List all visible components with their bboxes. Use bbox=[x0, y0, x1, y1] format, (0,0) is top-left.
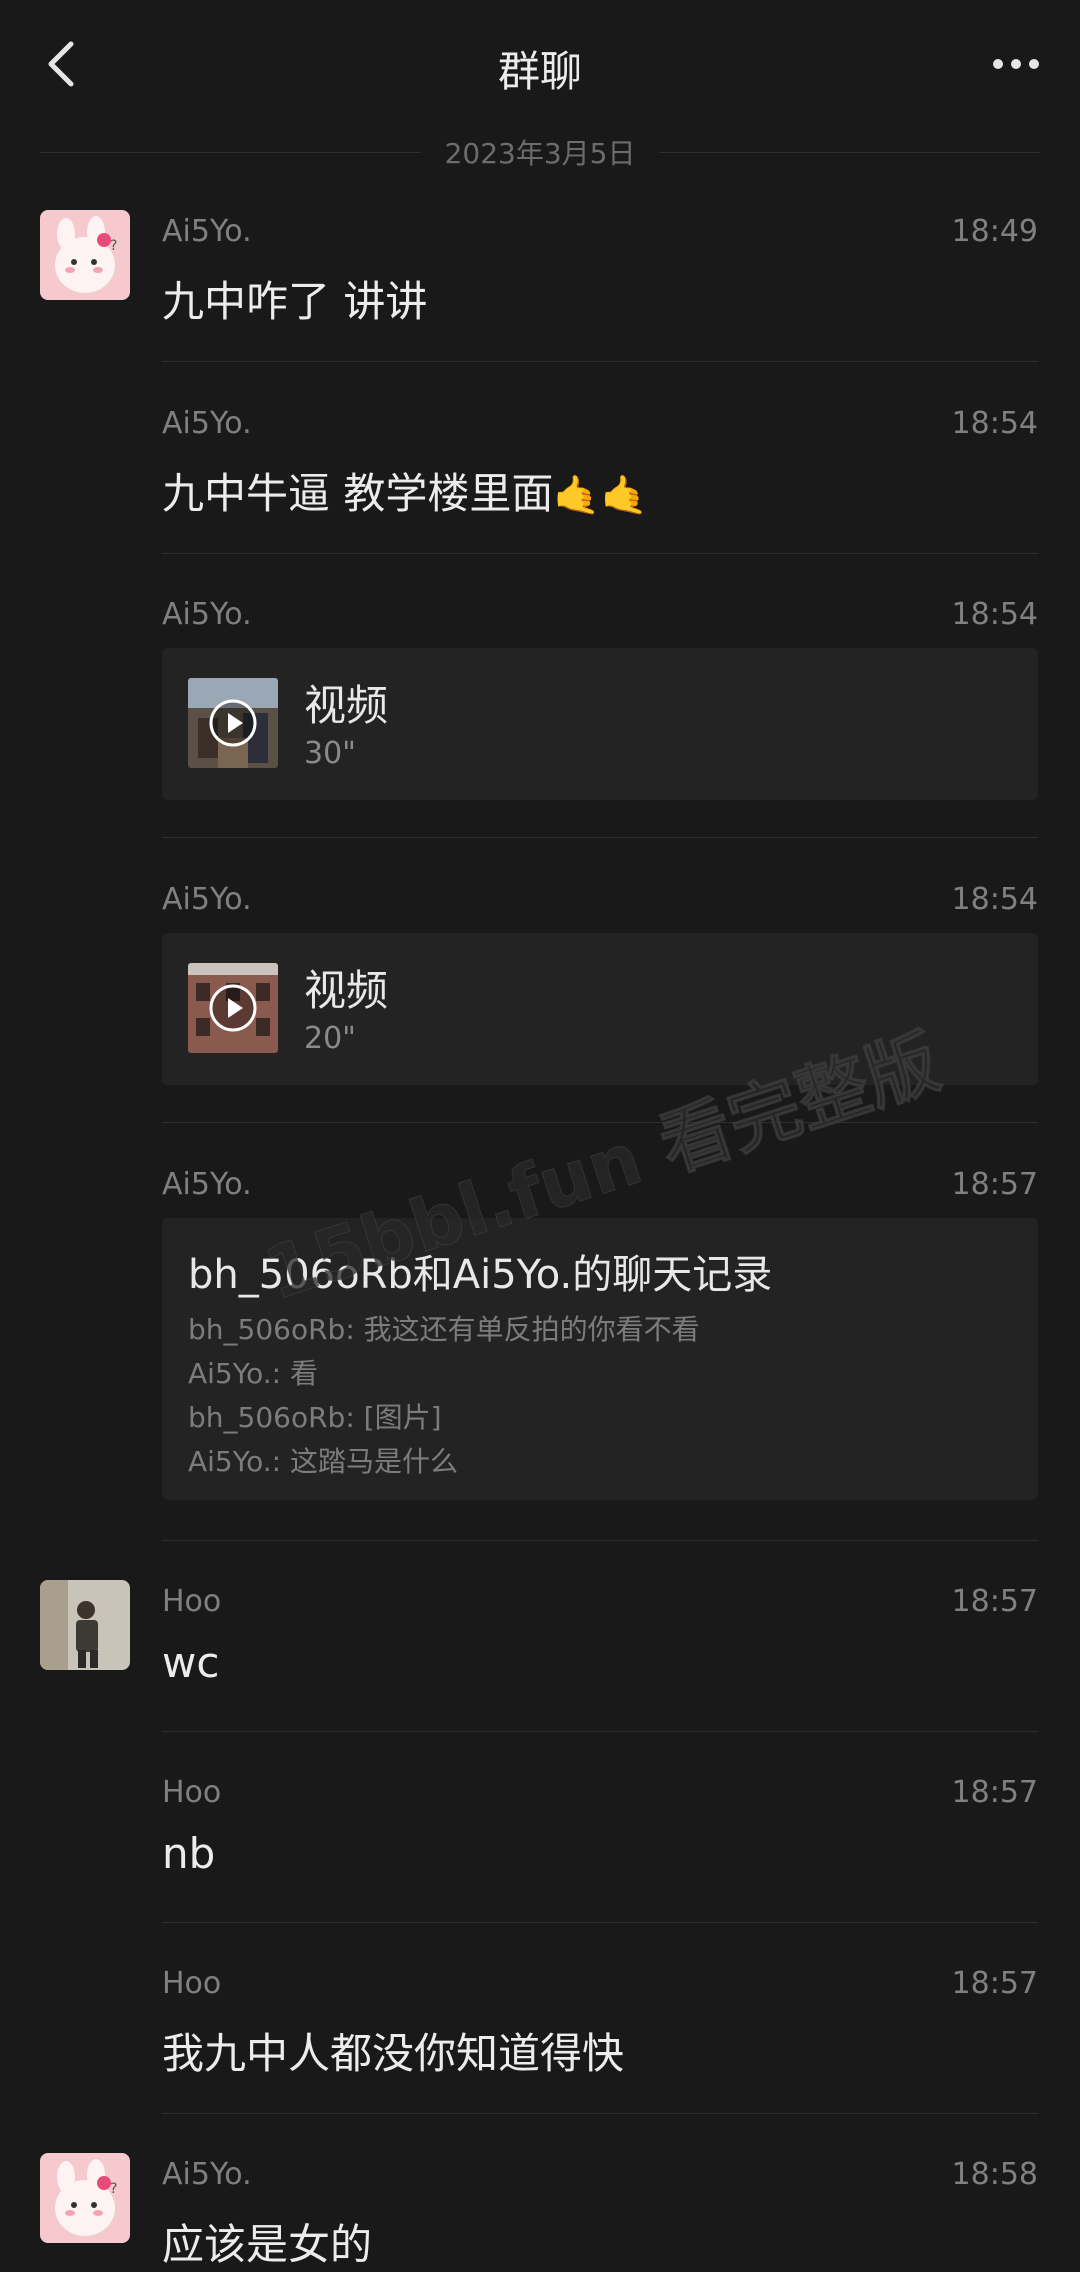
date-divider: 2023年3月5日 bbox=[40, 130, 1041, 174]
divider bbox=[162, 2113, 1038, 2114]
top-bar: 群聊 bbox=[0, 0, 1080, 130]
sender-name: Hoo bbox=[162, 1584, 222, 1619]
divider bbox=[162, 1731, 1038, 1732]
message-text[interactable]: 我九中人都没你知道得快 bbox=[162, 2020, 624, 2081]
divider bbox=[162, 1540, 1038, 1541]
chat-record-card[interactable]: bh_506oRb和Ai5Yo.的聊天记录 bh_506oRb: 我这还有单反拍… bbox=[162, 1218, 1038, 1500]
sender-name: Ai5Yo. bbox=[162, 2157, 252, 2192]
message-time: 18:54 bbox=[951, 882, 1038, 917]
message-time: 18:54 bbox=[951, 597, 1038, 632]
video-thumbnail bbox=[188, 678, 278, 768]
divider bbox=[162, 553, 1038, 554]
message-time: 18:57 bbox=[951, 1167, 1038, 1202]
message-item[interactable]: Ai5Yo. 18:54 视频 30" bbox=[0, 593, 1080, 838]
video-card[interactable]: 视频 30" bbox=[162, 648, 1038, 800]
sender-name: Hoo bbox=[162, 1775, 222, 1810]
message-item[interactable]: ? Ai5Yo. 18:58 应该是女的 bbox=[0, 2153, 1080, 2270]
video-label: 视频 bbox=[304, 966, 389, 1015]
chat-record-title: bh_506oRb和Ai5Yo.的聊天记录 bbox=[188, 1252, 773, 1298]
message-time: 18:57 bbox=[951, 1775, 1038, 1810]
sender-name: Ai5Yo. bbox=[162, 1167, 252, 1202]
more-dots-icon bbox=[993, 59, 1003, 69]
sender-name: Ai5Yo. bbox=[162, 597, 252, 632]
video-label: 视频 bbox=[304, 681, 389, 730]
message-text[interactable]: 九中牛逼 教学楼里面🤙🤙 bbox=[162, 460, 648, 521]
sender-name: Ai5Yo. bbox=[162, 214, 252, 249]
emoji: 🤙🤙 bbox=[553, 473, 648, 517]
message-time: 18:57 bbox=[951, 1966, 1038, 2001]
video-card[interactable]: 视频 20" bbox=[162, 933, 1038, 1085]
video-duration: 30" bbox=[304, 736, 356, 771]
message-time: 18:54 bbox=[951, 406, 1038, 441]
message-text[interactable]: 九中咋了 讲讲 bbox=[162, 268, 427, 329]
svg-text:?: ? bbox=[110, 238, 117, 254]
avatar[interactable] bbox=[40, 1580, 130, 1670]
chat-record-line: Ai5Yo.: 看 bbox=[188, 1357, 319, 1390]
divider bbox=[162, 1922, 1038, 1923]
message-text[interactable]: nb bbox=[162, 1829, 215, 1878]
message-item[interactable]: Ai5Yo. 18:57 bh_506oRb和Ai5Yo.的聊天记录 bh_50… bbox=[0, 1163, 1080, 1543]
sender-name: Ai5Yo. bbox=[162, 882, 252, 917]
bunny-avatar-icon: ? bbox=[40, 210, 130, 300]
sender-name: Hoo bbox=[162, 1966, 222, 2001]
divider bbox=[162, 361, 1038, 362]
message-item[interactable]: Hoo 18:57 wc bbox=[0, 1580, 1080, 1732]
date-label: 2023年3月5日 bbox=[444, 137, 636, 170]
message-item[interactable]: ? Ai5Yo. 18:49 九中咋了 讲讲 bbox=[0, 210, 1080, 362]
play-icon bbox=[209, 699, 257, 747]
message-time: 18:58 bbox=[951, 2157, 1038, 2192]
bunny-avatar-icon: ? bbox=[40, 2153, 130, 2243]
message-item[interactable]: Ai5Yo. 18:54 九中牛逼 教学楼里面🤙🤙 bbox=[0, 402, 1080, 554]
avatar[interactable]: ? bbox=[40, 2153, 130, 2243]
page-title: 群聊 bbox=[497, 47, 582, 96]
chat-record-line: bh_506oRb: 我这还有单反拍的你看不看 bbox=[188, 1313, 700, 1346]
message-time: 18:49 bbox=[951, 214, 1038, 249]
more-options-button[interactable] bbox=[980, 36, 1052, 92]
message-item[interactable]: Hoo 18:57 我九中人都没你知道得快 bbox=[0, 1962, 1080, 2114]
message-time: 18:57 bbox=[951, 1584, 1038, 1619]
divider bbox=[162, 837, 1038, 838]
chat-record-line: bh_506oRb: [图片] bbox=[188, 1401, 442, 1434]
message-item[interactable]: Ai5Yo. 18:54 视频 20" bbox=[0, 878, 1080, 1123]
video-duration: 20" bbox=[304, 1021, 356, 1056]
avatar[interactable]: ? bbox=[40, 210, 130, 300]
message-item[interactable]: Hoo 18:57 nb bbox=[0, 1771, 1080, 1923]
play-icon bbox=[209, 984, 257, 1032]
svg-text:?: ? bbox=[110, 2181, 117, 2197]
sender-name: Ai5Yo. bbox=[162, 406, 252, 441]
video-thumbnail bbox=[188, 963, 278, 1053]
person-avatar-icon bbox=[40, 1580, 130, 1670]
message-text[interactable]: wc bbox=[162, 1638, 219, 1687]
message-text[interactable]: 应该是女的 bbox=[162, 2211, 372, 2272]
chat-record-line: Ai5Yo.: 这踏马是什么 bbox=[188, 1445, 459, 1478]
message-text-body: 九中牛逼 教学楼里面 bbox=[162, 469, 554, 518]
divider bbox=[162, 1122, 1038, 1123]
